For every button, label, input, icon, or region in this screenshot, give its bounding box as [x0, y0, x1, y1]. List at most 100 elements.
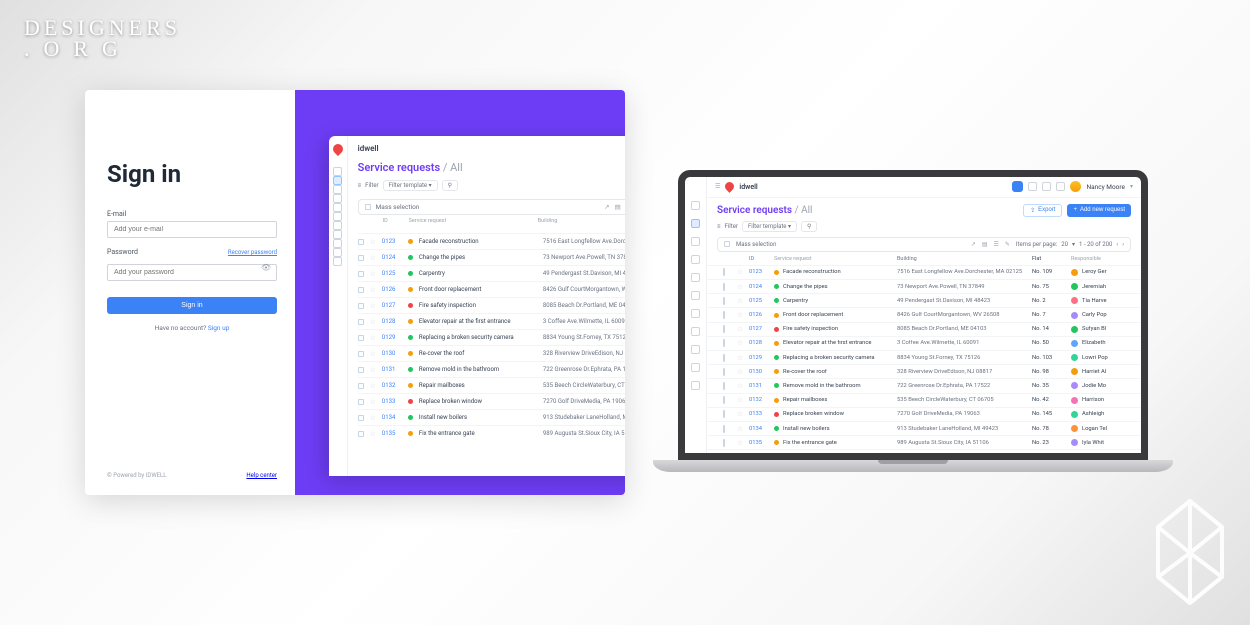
col-flat[interactable]: Flat	[1032, 256, 1066, 262]
add-request-button[interactable]: +Add new request	[1067, 204, 1131, 217]
star-icon[interactable]: ☆	[736, 283, 744, 291]
col-id[interactable]: ID	[383, 218, 403, 224]
star-icon[interactable]: ☆	[370, 366, 376, 374]
row-id[interactable]: 0133	[382, 398, 402, 405]
row-checkbox[interactable]	[358, 367, 364, 373]
row-id[interactable]: 0123	[382, 238, 402, 245]
sidebar-item-requests[interactable]	[333, 176, 342, 185]
star-icon[interactable]: ☆	[736, 297, 744, 305]
filter-label[interactable]: Filter	[725, 223, 738, 230]
notifications-badge-icon[interactable]	[1012, 181, 1023, 192]
sidebar-item-folder[interactable]	[691, 255, 700, 264]
star-icon[interactable]: ☆	[370, 350, 376, 358]
star-icon[interactable]: ☆	[736, 425, 744, 433]
sidebar-item-calendar[interactable]	[691, 273, 700, 282]
star-icon[interactable]: ☆	[370, 382, 376, 390]
density-icon[interactable]: ▤	[615, 203, 621, 211]
row-id[interactable]: 0132	[749, 397, 769, 403]
sidebar-item-folder[interactable]	[333, 194, 342, 203]
sidebar-item-user[interactable]	[333, 212, 342, 221]
items-per-page-value[interactable]: 20	[1061, 241, 1068, 248]
row-checkbox[interactable]	[723, 396, 725, 404]
star-icon[interactable]: ☆	[370, 254, 376, 262]
row-id[interactable]: 0124	[382, 254, 402, 261]
table-row[interactable]: ☆0134Install new boilers913 Studebaker L…	[707, 421, 1141, 435]
row-id[interactable]: 0128	[749, 340, 769, 346]
table-row[interactable]: ☆0132Repair mailboxes535 Beech CircleWat…	[707, 393, 1141, 407]
row-id[interactable]: 0132	[382, 382, 402, 389]
table-row[interactable]: ☆0129Replacing a broken security camera8…	[707, 350, 1141, 364]
row-id[interactable]: 0135	[382, 430, 402, 437]
star-icon[interactable]: ☆	[370, 430, 376, 438]
sidebar-item-tool[interactable]	[691, 345, 700, 354]
star-icon[interactable]: ☆	[370, 318, 376, 326]
star-icon[interactable]: ☆	[736, 268, 744, 276]
table-row[interactable]: ☆0129Replacing a broken security camera8…	[358, 329, 625, 345]
table-row[interactable]: ☆0124Change the pipes73 Newport Ave.Powe…	[707, 279, 1141, 293]
recover-password-link[interactable]: Recover password	[228, 249, 277, 256]
table-row[interactable]: ☆0136Install new boilers913 Studebaker L…	[707, 449, 1141, 453]
row-id[interactable]: 0125	[382, 270, 402, 277]
table-row[interactable]: ☆0130Re-cover the roof328 Riverview Driv…	[707, 364, 1141, 378]
row-id[interactable]: 0124	[749, 284, 769, 290]
sidebar-item-buildings[interactable]	[333, 185, 342, 194]
filter-search-icon[interactable]: ⚲	[442, 180, 458, 191]
star-icon[interactable]: ☆	[736, 396, 744, 404]
row-checkbox[interactable]	[723, 311, 725, 319]
table-row[interactable]: ☆0133Replace broken window7270 Golf Driv…	[358, 393, 625, 409]
edit-columns-icon[interactable]: ✎	[1005, 241, 1010, 248]
toggle-password-visibility-icon[interactable]: 👁	[261, 263, 271, 272]
row-checkbox[interactable]	[723, 283, 725, 291]
row-id[interactable]: 0130	[749, 369, 769, 375]
page-next-icon[interactable]: ›	[1122, 241, 1124, 248]
signup-link[interactable]: Sign up	[208, 324, 230, 332]
page-prev-icon[interactable]: ‹	[1116, 241, 1118, 248]
row-checkbox[interactable]	[723, 325, 725, 333]
row-checkbox[interactable]	[358, 383, 364, 389]
row-id[interactable]: 0129	[749, 355, 769, 361]
table-row[interactable]: ☆0133Replace broken window7270 Golf Driv…	[707, 407, 1141, 421]
signin-button[interactable]: Sign in	[107, 297, 277, 314]
user-avatar[interactable]	[1070, 181, 1081, 192]
row-id[interactable]: 0133	[749, 411, 769, 417]
star-icon[interactable]: ☆	[736, 339, 744, 347]
star-icon[interactable]: ☆	[736, 439, 744, 447]
col-id[interactable]: ID	[749, 256, 769, 262]
sidebar-item-chat[interactable]	[333, 230, 342, 239]
row-checkbox[interactable]	[723, 425, 725, 433]
sidebar-item-tool[interactable]	[333, 239, 342, 248]
sidebar-item-invoice[interactable]	[333, 221, 342, 230]
row-checkbox[interactable]	[358, 239, 364, 245]
star-icon[interactable]: ☆	[370, 238, 376, 246]
star-icon[interactable]: ☆	[736, 410, 744, 418]
row-checkbox[interactable]	[358, 271, 364, 277]
table-row[interactable]: ☆0132Repair mailboxes535 Beech CircleWat…	[358, 377, 625, 393]
help-icon[interactable]	[1028, 182, 1037, 191]
row-checkbox[interactable]	[723, 410, 725, 418]
row-checkbox[interactable]	[358, 319, 364, 325]
row-checkbox[interactable]	[358, 335, 364, 341]
row-checkbox[interactable]	[723, 439, 725, 447]
table-row[interactable]: ☆0126Front door replacement8426 Gulf Cou…	[358, 281, 625, 297]
sidebar-item-user[interactable]	[691, 291, 700, 300]
table-row[interactable]: ☆0128Elevator repair at the first entran…	[707, 336, 1141, 350]
expand-icon[interactable]: ↗	[971, 241, 976, 248]
sidebar-item-doc[interactable]	[333, 248, 342, 257]
table-row[interactable]: ☆0125Carpentry49 Pendergast St.Davison, …	[358, 265, 625, 281]
star-icon[interactable]: ☆	[370, 286, 376, 294]
star-icon[interactable]: ☆	[370, 414, 376, 422]
row-id[interactable]: 0130	[382, 350, 402, 357]
sidebar-item-doc[interactable]	[691, 363, 700, 372]
row-id[interactable]: 0127	[749, 326, 769, 332]
row-checkbox[interactable]	[723, 368, 725, 376]
expand-icon[interactable]: ↗	[604, 203, 609, 211]
col-building[interactable]: Building	[897, 256, 1027, 262]
menu-toggle-icon[interactable]: ☰	[715, 183, 720, 190]
filter-template-select[interactable]: Filter template ▾	[742, 221, 797, 232]
star-icon[interactable]: ☆	[370, 334, 376, 342]
table-row[interactable]: ☆0130Re-cover the roof328 Riverview Driv…	[358, 345, 625, 361]
sidebar-item-calendar[interactable]	[333, 203, 342, 212]
row-checkbox[interactable]	[358, 351, 364, 357]
table-row[interactable]: ☆0135Fix the entrance gate989 Augusta St…	[707, 435, 1141, 449]
table-row[interactable]: ☆0135Fix the entrance gate989 Augusta St…	[358, 425, 625, 441]
